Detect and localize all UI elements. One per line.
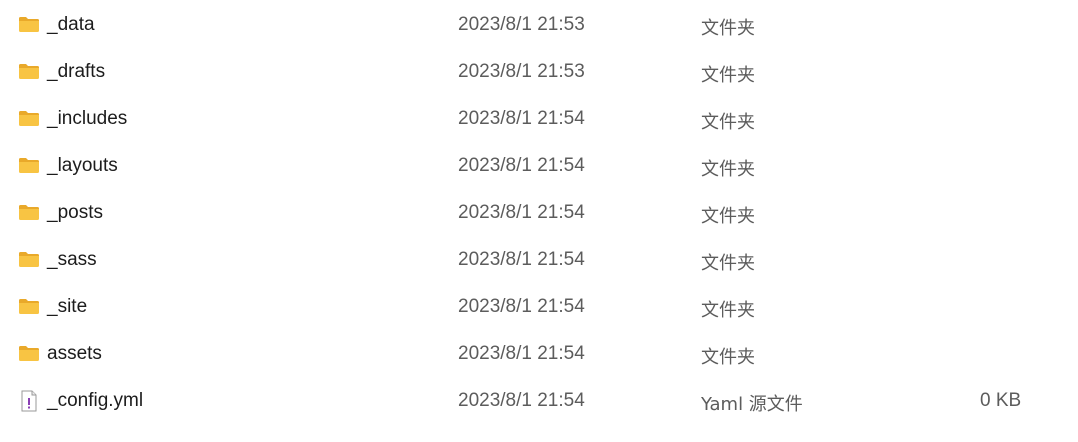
file-row-layouts[interactable]: _layouts 2023/8/1 21:54 文件夹 [0,143,1078,190]
file-modified-date: 2023/8/1 21:54 [458,155,585,176]
folder-icon [18,155,40,175]
file-modified-date: 2023/8/1 21:54 [458,296,585,317]
file-modified-date: 2023/8/1 21:54 [458,343,585,364]
folder-icon [18,296,40,316]
file-modified-date: 2023/8/1 21:54 [458,249,585,270]
folder-icon [18,249,40,269]
file-type: 文件夹 [701,112,755,133]
file-list: _data 2023/8/1 21:53 文件夹 _drafts 2023/8/… [0,2,1078,425]
file-name: _layouts [47,155,118,176]
file-row-config-yml[interactable]: _config.yml 2023/8/1 21:54 Yaml 源文件 0 KB [0,378,1078,425]
file-row-drafts[interactable]: _drafts 2023/8/1 21:53 文件夹 [0,49,1078,96]
file-modified-date: 2023/8/1 21:54 [458,202,585,223]
folder-icon [18,14,40,34]
file-row-sass[interactable]: _sass 2023/8/1 21:54 文件夹 [0,237,1078,284]
file-type: 文件夹 [701,206,755,227]
file-type: 文件夹 [701,65,755,86]
file-name: _posts [47,202,103,223]
file-row-data[interactable]: _data 2023/8/1 21:53 文件夹 [0,2,1078,49]
file-type: 文件夹 [701,253,755,274]
file-name: assets [47,343,102,364]
file-size: 0 KB [980,390,1022,411]
file-name: _data [47,14,95,35]
folder-icon [18,343,40,363]
file-row-includes[interactable]: _includes 2023/8/1 21:54 文件夹 [0,96,1078,143]
yaml-file-icon [18,390,40,412]
file-type: Yaml 源文件 [701,394,803,415]
file-modified-date: 2023/8/1 21:53 [458,61,585,82]
file-type: 文件夹 [701,159,755,180]
file-modified-date: 2023/8/1 21:54 [458,390,585,411]
folder-icon [18,61,40,81]
file-row-site[interactable]: _site 2023/8/1 21:54 文件夹 [0,284,1078,331]
file-name: _drafts [47,61,106,82]
file-name: _config.yml [47,390,144,411]
file-row-posts[interactable]: _posts 2023/8/1 21:54 文件夹 [0,190,1078,237]
file-row-assets[interactable]: assets 2023/8/1 21:54 文件夹 [0,331,1078,378]
file-name: _site [47,296,88,317]
file-type: 文件夹 [701,300,755,321]
folder-icon [18,108,40,128]
file-modified-date: 2023/8/1 21:54 [458,108,585,129]
file-name: _sass [47,249,97,270]
file-modified-date: 2023/8/1 21:53 [458,14,585,35]
folder-icon [18,202,40,222]
file-name: _includes [47,108,128,129]
file-type: 文件夹 [701,18,755,39]
file-type: 文件夹 [701,347,755,368]
